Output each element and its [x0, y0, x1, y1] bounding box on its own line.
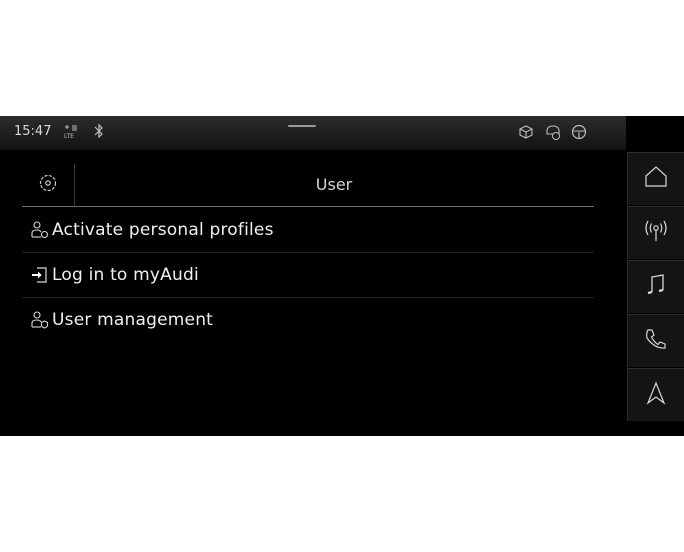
- infotainment-screen: 15:47 LTE User Activate personal profile…: [0, 116, 684, 436]
- nav-music-button[interactable]: [627, 260, 684, 313]
- nav-radio-button[interactable]: [627, 206, 684, 259]
- lte-signal-icon: LTE: [62, 123, 80, 144]
- settings-button[interactable]: [22, 164, 75, 206]
- car-info-icon: [544, 123, 562, 144]
- music-icon: [643, 272, 669, 302]
- main-nav: [626, 152, 684, 422]
- nav-home-button[interactable]: [627, 152, 684, 205]
- nav-phone-button[interactable]: [627, 314, 684, 367]
- user-profile-icon: [22, 220, 52, 240]
- menu-item-label: User management: [52, 310, 214, 330]
- page-title: User: [315, 175, 353, 194]
- menu-item-user-management[interactable]: User management: [22, 298, 594, 342]
- menu-item-login-myaudi[interactable]: Log in to myAudi: [22, 253, 594, 298]
- steering-wheel-icon: [570, 123, 588, 144]
- home-icon: [643, 164, 669, 194]
- page-header: User: [22, 164, 594, 207]
- settings-icon: [37, 172, 59, 198]
- menu-item-label: Log in to myAudi: [52, 265, 199, 285]
- status-bar: 15:47 LTE: [0, 116, 626, 150]
- user-profile-icon: [22, 310, 52, 330]
- svg-text:LTE: LTE: [64, 133, 74, 140]
- login-icon: [22, 265, 52, 285]
- package-icon: [518, 124, 534, 143]
- bluetooth-icon: [93, 123, 105, 142]
- menu-item-activate-profiles[interactable]: Activate personal profiles: [22, 208, 594, 253]
- radio-icon: [643, 218, 669, 248]
- navigation-icon: [643, 380, 669, 410]
- phone-icon: [643, 326, 669, 356]
- menu-item-label: Activate personal profiles: [52, 220, 274, 240]
- nav-navigation-button[interactable]: [627, 368, 684, 421]
- status-time: 15:47: [14, 124, 52, 139]
- menu-list: Activate personal profiles Log in to myA…: [22, 208, 594, 342]
- drag-handle[interactable]: [288, 125, 316, 127]
